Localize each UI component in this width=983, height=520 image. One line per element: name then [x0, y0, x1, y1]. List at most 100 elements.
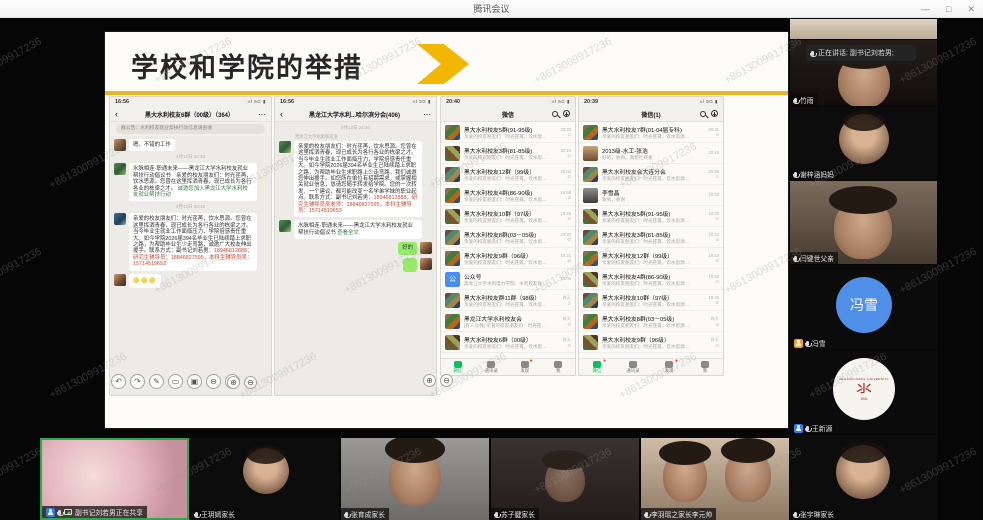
zoom-controls: ⊕ ⊖ [227, 376, 257, 389]
chat-snippet: 亲爱的校友朋友们：时光荏苒，饮水思源… [602, 344, 695, 350]
video-tile-wangyueyan-jiazhang[interactable]: 王玥嫣家长 [191, 438, 339, 520]
chat-message: 水脉相连·职通未来——黑龙江大学水利校友就业帮扶行动倡议书 亲爱的校友朋友们：时… [114, 163, 267, 201]
mic-icon [794, 256, 797, 261]
video-tile-suzijian-jiazhang[interactable]: 苏子腱家长 [491, 438, 639, 520]
smiley-emoji-icon [133, 277, 139, 283]
wechat-tab-icon [521, 361, 529, 368]
video-tile-liyuyao-jiazhang[interactable]: 李羽瑶之家长李元帅 [641, 438, 789, 520]
chat-snippet: 亲爱的校友朋友们：时光荏苒，饮水思源… [464, 155, 547, 161]
participant-face [389, 446, 441, 506]
annotation-tool-button[interactable]: ✎ [149, 374, 164, 389]
mute-icon: ⊘ [567, 154, 571, 158]
chat-message: 嗯，不错的工作 [114, 139, 267, 151]
close-button[interactable]: ✕ [967, 0, 975, 18]
participant-name-label: 副书记刘若男正在共享 [75, 507, 143, 517]
back-icon: ‹ [280, 109, 290, 119]
avatar [243, 448, 289, 494]
chat-avatar [445, 125, 460, 140]
mic-icon [195, 512, 198, 517]
chat-name: 黑龙江大学水利校友会 [464, 314, 547, 323]
wechat-tab-bar: 微信 通讯录 ● 发现 我 [441, 358, 575, 375]
message-bubble: 水脉相连·职通未来——黑龙江大学水利校友就业帮扶行动倡议书 亲爱的校友朋友们：时… [129, 163, 257, 201]
chat-avatar [583, 314, 598, 329]
avatar [839, 114, 889, 164]
message-avatar [114, 139, 126, 151]
chat-list-item: 黑大水利校友12群（99级） 亲爱的校友朋友们：时光荏苒，饮水思源… 20:02… [441, 164, 575, 185]
chat-avatar [583, 188, 598, 203]
video-tile-liuruonan-sharing[interactable]: 副书记刘若男正在共享 [40, 438, 189, 520]
video-tile-zhangyulin-jiazhang[interactable]: 张宇琳家长 [790, 435, 937, 520]
meeting-stage: 学校和学院的举措 16:56 ııl 5G ▮ ‹ 黑大水利校友6群（00级）（… [0, 19, 983, 520]
annotation-tool-button[interactable]: ⊕ [423, 374, 436, 387]
message-avatar [420, 242, 432, 254]
annotation-tool-button[interactable]: ↶ [111, 374, 126, 389]
annotation-tool-button[interactable]: ↷ [130, 374, 145, 389]
emoji-message [129, 274, 161, 288]
chat-list: 黑大水利校友7群(01-04届专科) 亲爱的校友朋友们：时光荏苒，饮水思源… 2… [579, 122, 723, 358]
mic-icon [345, 512, 348, 517]
mute-icon: ⊘ [715, 259, 719, 263]
chat-name: 黑大水利校友3群(81-85级) [464, 146, 547, 155]
mute-icon: ⊘ [715, 280, 719, 284]
hand-raised-badge-icon [794, 339, 803, 348]
status-time: 20:40 [446, 99, 460, 105]
maximize-button[interactable]: □ [946, 0, 951, 18]
chat-snippet: 亲爱的校友朋友们：时光荏苒，饮水思源… [602, 218, 695, 224]
speaking-banner: 正在讲话: 副书记刘若男; [806, 45, 916, 61]
participant-face [838, 54, 890, 106]
chat-name: 黑大水利校友9群（96级） [464, 251, 547, 260]
chat-avatar [583, 209, 598, 224]
wechat-tab: ● 微信 [579, 361, 615, 374]
participant-name-label: 王玥嫣家长 [201, 509, 235, 519]
annotation-tool-button[interactable]: ⊖ [206, 374, 221, 389]
chat-name: 黑大水利校友4群(86-90级) [464, 188, 547, 197]
chat-message: 水脉相连·职通未来——黑龙江大学水利校友就业帮扶行动倡议书 查看全文 [279, 220, 432, 239]
video-tile-zhangyucheng-jiazhang[interactable]: 张育成家长 [341, 438, 489, 520]
chat-list-item: 黑大水利校友8群(03－05级) 亲爱的校友朋友们：时光荏苒，饮水思源… 昨天 … [579, 311, 723, 332]
chat-list-item: 黑大水利校友5群(91-95级) 亲爱的校友朋友们：时光荏苒，饮水思源… 19:… [579, 206, 723, 227]
mute-icon: ⊘ [567, 238, 571, 242]
annotation-tool-button[interactable]: ▣ [187, 374, 202, 389]
chat-time: 20:19 [709, 150, 719, 155]
logo-year: 1941 [860, 397, 868, 401]
chat-snippet: 亲爱的校友朋友们：时光荏苒，饮水思源… [464, 197, 547, 203]
avatar: 冯雪 [836, 277, 892, 333]
message-sender-name: 黑龙江大学水利校友会 [295, 134, 432, 140]
wechat-tab-label: 我 [556, 368, 560, 374]
video-tile-partial[interactable] [790, 19, 937, 39]
participant-face [663, 450, 707, 502]
chat-list-item: 黑龙江大学水利校友会 [有人@我] 亲爱的校友朋友们：时光荏苒… 昨天 ⊘ [441, 311, 575, 332]
wechat-tab-icon [665, 361, 673, 368]
wechat-tab: ● 发现 [651, 361, 687, 374]
annotation-tool-button[interactable]: ⊖ [440, 374, 453, 387]
wechat-tab-icon [554, 361, 562, 368]
chat-list: 黑大水利校友5群(91-95级) 亲爱的校友朋友们：时光荏苒，饮水思源… 20:… [441, 122, 575, 358]
chat-time: 昨天 [563, 337, 571, 343]
chat-snippet: 亲爱的校友朋友们：时光荏苒，饮水思源… [464, 134, 547, 140]
message-avatar [420, 258, 432, 270]
video-tile-fengxue[interactable]: 冯雪 冯雪 [790, 265, 937, 349]
chat-message: 亲爱的校友朋友们：时光荏苒，饮水思源。您曾在这里挥洒青春，现已成长为各行各业的栋… [114, 213, 267, 270]
video-tile-wangxinyuan[interactable]: HEILONGJIANG UNIVERSITY 氺 1941 王新源 [790, 350, 937, 434]
annotation-tool-button[interactable]: ⊕ [227, 376, 240, 389]
mute-icon: ⊘ [715, 175, 719, 179]
message-avatar [114, 274, 126, 286]
chat-snippet: 亲爱的校友朋友们：时光荏苒，饮水思源… [602, 176, 695, 182]
annotation-tool-button[interactable]: ▭ [168, 374, 183, 389]
wechat-tab-icon [487, 361, 495, 368]
wechat-tab-icon [454, 361, 462, 368]
participant-name-label: 竹雨 [800, 95, 814, 105]
chat-group-title: 黑龙江大学水利...哈尔滨分会(406) [290, 110, 419, 119]
chat-name: 黑大水利校友8群(03－05级) [602, 314, 695, 323]
chat-snippet: 亲爱的校友朋友们：时光荏苒，饮水思源… [464, 218, 547, 224]
video-tile-xiezihan-mama[interactable]: 谢梓涵妈妈 [790, 107, 937, 180]
annotation-tool-button[interactable]: ⊖ [244, 376, 257, 389]
video-tile-yanjianshi-fuqin[interactable]: 闫键世父亲 [790, 181, 937, 264]
chat-avatar [445, 209, 460, 224]
chat-list-item: 黑大水利校友5群(91-95级) 亲爱的校友朋友们：时光荏苒，饮水思源… 20:… [441, 122, 575, 143]
chat-avatar [583, 146, 598, 161]
mic-icon [495, 512, 498, 517]
chat-name: 黑大水利校友10群（97级） [464, 209, 547, 218]
minimize-button[interactable]: — [921, 0, 930, 18]
wechat-tab: 微信 [441, 361, 475, 374]
